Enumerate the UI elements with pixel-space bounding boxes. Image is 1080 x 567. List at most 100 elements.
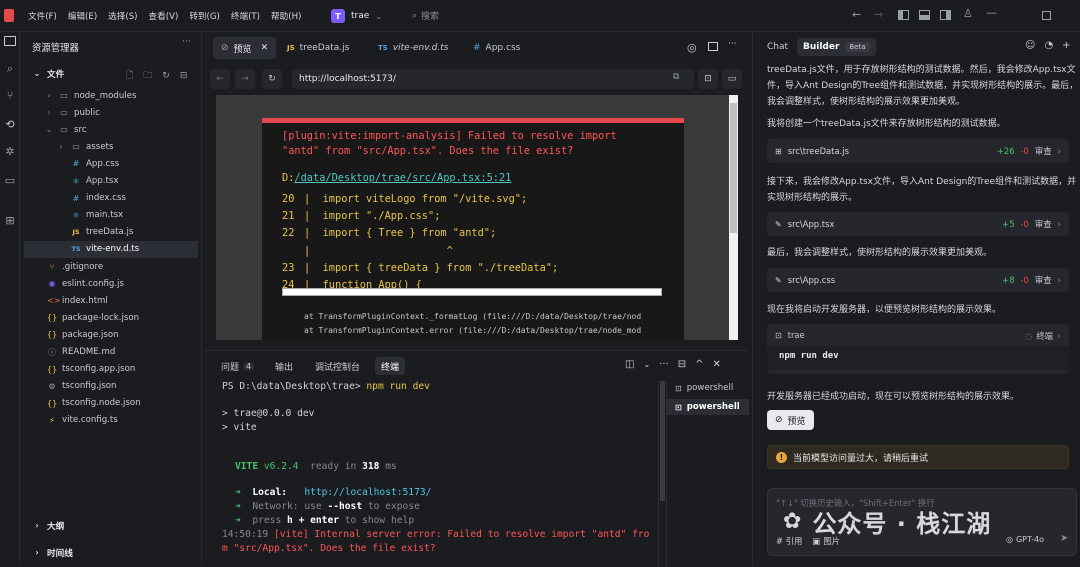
error-file-link[interactable]: D:/data/Desktop/trae/src/App.tsx:5:21 bbox=[282, 172, 511, 184]
menu-go[interactable]: 转到(G) bbox=[189, 10, 220, 22]
refresh-icon[interactable]: ↻ bbox=[162, 71, 170, 81]
more-actions-icon[interactable]: ··· bbox=[728, 39, 737, 49]
back-icon[interactable]: ← bbox=[210, 69, 230, 89]
file-change-card[interactable]: ✎ src\App.tsx +5 -0 审查 › bbox=[767, 212, 1069, 236]
files-section-header[interactable]: ⌄ 文件 bbox=[32, 65, 65, 82]
tree-item[interactable]: › ▭ public bbox=[24, 104, 198, 121]
tree-item[interactable]: # App.css bbox=[24, 155, 198, 172]
split-editor-icon[interactable] bbox=[708, 42, 718, 51]
open-external-icon[interactable]: ⊡ bbox=[698, 69, 718, 89]
tree-item[interactable]: TS vite-env.d.ts bbox=[24, 240, 198, 258]
global-search[interactable]: ⌕ 搜索 bbox=[412, 9, 439, 23]
agent-icon[interactable]: ☺ bbox=[1025, 40, 1035, 51]
tree-item[interactable]: ⚡ vite.config.ts bbox=[24, 412, 198, 429]
shell-item[interactable]: ⊡ powershell bbox=[675, 383, 733, 393]
tab-problems[interactable]: 问题 4 bbox=[215, 357, 260, 375]
tree-item[interactable]: ⑂ .gitignore bbox=[24, 258, 198, 275]
tree-item[interactable]: JS treeData.js bbox=[24, 224, 198, 241]
forward-arrow-icon[interactable]: → bbox=[874, 8, 883, 21]
source-control-icon[interactable]: ⑂ bbox=[1, 87, 19, 105]
code-scrollbar[interactable] bbox=[282, 288, 662, 296]
forward-icon[interactable]: → bbox=[235, 69, 255, 89]
preview-button[interactable]: ⊘ 预览 bbox=[767, 410, 814, 430]
more-icon[interactable]: ··· bbox=[182, 37, 191, 47]
device-icon[interactable]: ▭ bbox=[722, 69, 742, 89]
account-icon[interactable]: ♙ bbox=[963, 7, 973, 20]
review-button[interactable]: 审查 bbox=[1035, 145, 1052, 157]
tab-preview[interactable]: ⊘ 预览 ✕ bbox=[213, 37, 277, 59]
tab-chat[interactable]: Chat bbox=[767, 42, 788, 52]
file-change-card[interactable]: ⊞ src\treeData.js +26 -0 审查 › bbox=[767, 139, 1069, 163]
search-icon[interactable]: ⌕ bbox=[1, 60, 19, 78]
debug-icon[interactable]: ✲ bbox=[1, 143, 19, 161]
collapse-all-icon[interactable]: ⊟ bbox=[180, 71, 188, 81]
tab-debug-console[interactable]: 调试控制台 bbox=[309, 357, 366, 375]
more-icon[interactable]: ··· bbox=[659, 359, 669, 370]
split-terminal-icon[interactable]: ◫ bbox=[625, 359, 634, 370]
chevron-down-icon[interactable]: ⌄ bbox=[643, 360, 650, 369]
menu-edit[interactable]: 编辑(E) bbox=[68, 10, 97, 22]
tab-terminal[interactable]: 终端 bbox=[375, 357, 406, 375]
error-text: [vite] Internal server error: Failed to … bbox=[274, 529, 650, 540]
menu-view[interactable]: 查看(V) bbox=[149, 10, 179, 22]
toggle-chat-icon[interactable] bbox=[940, 10, 951, 20]
tree-item[interactable]: ⌄ ▭ src bbox=[24, 121, 198, 138]
url-input[interactable]: http://localhost:5173/ bbox=[292, 69, 694, 89]
tree-item[interactable]: ⓘ README.md bbox=[24, 344, 198, 361]
new-file-icon[interactable]: 🗋 bbox=[126, 68, 133, 84]
tree-item[interactable]: # index.css bbox=[24, 190, 198, 207]
menu-terminal[interactable]: 终端(T) bbox=[231, 10, 260, 22]
back-arrow-icon[interactable]: ← bbox=[852, 8, 861, 21]
toggle-sidebar-icon[interactable] bbox=[898, 10, 909, 20]
history-icon[interactable]: ◔ bbox=[1044, 40, 1053, 51]
close-panel-icon[interactable]: ✕ bbox=[712, 359, 720, 370]
file-change-card[interactable]: ✎ src\App.css +8 -0 审查 › bbox=[767, 268, 1069, 292]
scrollbar-thumb[interactable] bbox=[660, 381, 665, 501]
open-browser-icon[interactable]: ◎ bbox=[687, 41, 697, 54]
tree-item[interactable]: ⚛ main.tsx bbox=[24, 207, 198, 224]
tree-item[interactable]: ⚛ App.tsx bbox=[24, 173, 198, 190]
reload-icon[interactable]: ↻ bbox=[262, 69, 282, 89]
tab-app-css[interactable]: # App.css bbox=[465, 37, 528, 59]
outline-section[interactable]: › 大纲 bbox=[32, 517, 64, 534]
tree-item[interactable]: {} package.json bbox=[24, 326, 198, 343]
shell-item-active[interactable]: ⊡ powershell bbox=[667, 399, 749, 415]
tree-item[interactable]: › ▭ node_modules bbox=[24, 87, 198, 104]
minimize-icon[interactable]: — bbox=[986, 6, 997, 19]
toggle-panel-icon[interactable] bbox=[919, 10, 930, 20]
tree-item[interactable]: {} tsconfig.node.json bbox=[24, 395, 198, 412]
tree-item[interactable]: {} tsconfig.app.json bbox=[24, 361, 198, 378]
monitor-icon[interactable]: ▭ bbox=[1, 172, 19, 190]
timeline-section[interactable]: › 时间线 bbox=[32, 544, 72, 561]
chevron-up-icon[interactable]: ^ bbox=[695, 359, 703, 370]
menu-help[interactable]: 帮助(H) bbox=[271, 10, 301, 22]
review-button[interactable]: 审查 bbox=[1035, 218, 1052, 230]
model-selector[interactable]: ◎ GPT-4o bbox=[1006, 535, 1044, 544]
new-chat-icon[interactable]: + bbox=[1062, 40, 1070, 51]
extensions-icon[interactable]: ⊞ bbox=[1, 212, 19, 230]
tree-item[interactable]: <> index.html bbox=[24, 292, 198, 309]
close-icon[interactable]: ✕ bbox=[261, 43, 269, 53]
scrollbar-thumb[interactable] bbox=[730, 103, 737, 233]
tree-item[interactable]: ◉ eslint.config.js bbox=[24, 275, 198, 292]
project-switcher[interactable]: T trae ⌄ bbox=[331, 8, 382, 24]
local-url[interactable]: http://localhost:5173/ bbox=[304, 487, 431, 498]
new-folder-icon[interactable]: 🗀 bbox=[143, 68, 152, 84]
menu-file[interactable]: 文件(F) bbox=[28, 10, 57, 22]
tab-builder[interactable]: Builder Beta bbox=[797, 38, 876, 56]
command-status[interactable]: ◌ 终端 › bbox=[1025, 330, 1060, 342]
tree-item[interactable]: ⚙ tsconfig.json bbox=[24, 378, 198, 395]
tree-item[interactable]: › ▭ assets bbox=[24, 138, 198, 155]
maximize-icon[interactable] bbox=[1042, 11, 1051, 20]
remote-icon[interactable]: ⟲ bbox=[1, 116, 19, 134]
tab-vite-env[interactable]: TS vite-env.d.ts bbox=[370, 37, 456, 59]
send-icon[interactable]: ➤ bbox=[1060, 533, 1068, 544]
maximize-panel-icon[interactable]: ⊟ bbox=[678, 359, 686, 370]
explorer-icon[interactable] bbox=[4, 36, 16, 46]
tab-treedata[interactable]: JS treeData.js bbox=[279, 37, 357, 59]
tab-output[interactable]: 输出 bbox=[269, 357, 299, 375]
tree-item[interactable]: {} package-lock.json bbox=[24, 309, 198, 326]
menu-selection[interactable]: 选择(S) bbox=[108, 10, 137, 22]
review-button[interactable]: 审查 bbox=[1035, 274, 1052, 286]
copy-url-icon[interactable]: ⧉ bbox=[673, 72, 679, 82]
